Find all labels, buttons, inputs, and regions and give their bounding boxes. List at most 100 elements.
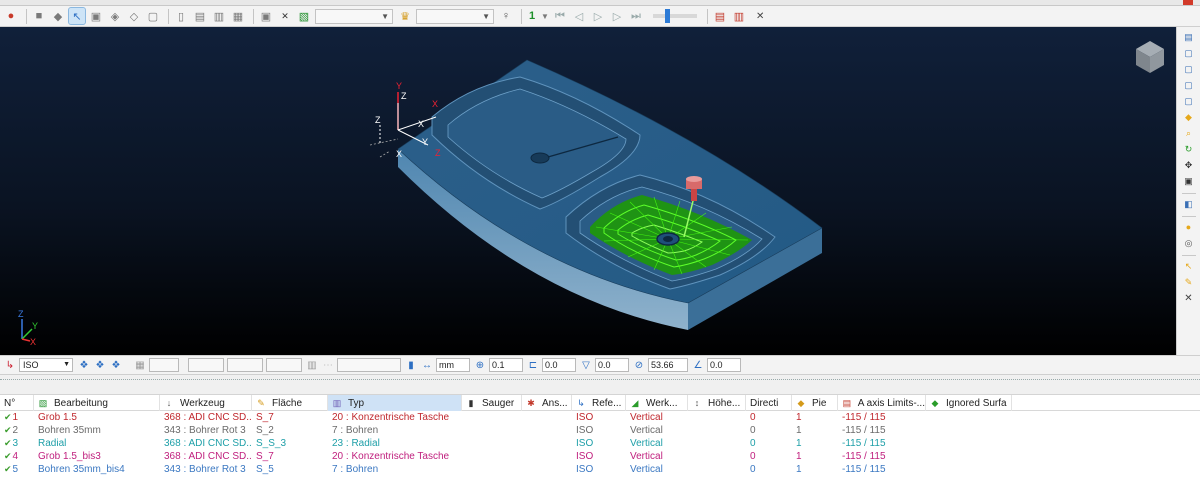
- coord-field[interactable]: [227, 358, 263, 372]
- view-cube-c-icon[interactable]: ❖: [109, 358, 123, 372]
- step-field[interactable]: 0.1: [489, 358, 523, 372]
- cube-front-icon[interactable]: ▣: [88, 8, 104, 24]
- frame-icon[interactable]: ▣: [258, 8, 274, 24]
- column-header[interactable]: ↳ Refe...: [572, 395, 626, 411]
- view-cube[interactable]: [1136, 41, 1164, 73]
- end-icon[interactable]: ⏭: [628, 8, 644, 24]
- select-icon[interactable]: ↖: [68, 7, 86, 25]
- zoom-icon[interactable]: ⌕: [1182, 126, 1196, 140]
- crosshair-icon[interactable]: ⊕: [473, 358, 487, 372]
- column-header[interactable]: ↕ Höhe...: [688, 395, 746, 411]
- table-cell: S_2: [252, 424, 328, 437]
- close-icon[interactable]: ✕: [1184, 293, 1192, 304]
- zoom-box-icon[interactable]: ▣: [1182, 174, 1196, 188]
- cell-value: 0: [750, 451, 756, 462]
- table-row[interactable]: ✔ 2 Bohren 35mm 343 : Bohrer Rot 3 S_2 7 : Bo…: [0, 424, 1200, 437]
- column-header[interactable]: ▧ Bearbeitung: [34, 395, 160, 411]
- 3d-viewport[interactable]: Y Z X Y Z X Z X Z Y X: [0, 27, 1176, 355]
- cube-side-icon[interactable]: ◇: [126, 8, 142, 24]
- table-cell: [688, 424, 746, 437]
- sphere-icon[interactable]: ●: [1182, 220, 1196, 234]
- refresh-icon[interactable]: ↻: [1182, 142, 1196, 156]
- cube-top-icon[interactable]: ▢: [145, 8, 161, 24]
- cube-view-icon[interactable]: ■: [31, 8, 47, 24]
- table-cell: [926, 437, 1012, 450]
- depth-field[interactable]: 0.0: [595, 358, 629, 372]
- operation-list-icon[interactable]: ▤: [712, 8, 728, 24]
- close-window-icon[interactable]: [1183, 0, 1193, 5]
- angle-icon[interactable]: ⊘: [632, 358, 646, 372]
- column-header[interactable]: Directi: [746, 395, 792, 411]
- sheet-copy-icon[interactable]: ▥: [211, 8, 227, 24]
- coord-field[interactable]: [149, 358, 179, 372]
- ruler-icon[interactable]: ▥: [305, 358, 319, 372]
- view-cube-b-icon[interactable]: ❖: [93, 358, 107, 372]
- column-header[interactable]: ▤ A axis Limits-...: [838, 395, 926, 411]
- view-cube-a-icon[interactable]: ❖: [77, 358, 91, 372]
- table-row[interactable]: ✔ 1 Grob 1.5 368 : ADI CNC SD... S_7 20 : Kon…: [0, 411, 1200, 424]
- measure-icon[interactable]: ↔: [420, 358, 434, 372]
- column-header[interactable]: N°: [0, 395, 34, 411]
- step-back-icon[interactable]: ◁: [571, 8, 587, 24]
- record-icon[interactable]: ●: [3, 8, 19, 24]
- column-header[interactable]: ▮ Sauger: [462, 395, 522, 411]
- select-pointer-icon[interactable]: ↖: [1182, 259, 1196, 273]
- sheet-stack-icon[interactable]: ▤: [192, 8, 208, 24]
- step-forward-icon[interactable]: ▷: [609, 8, 625, 24]
- table-row[interactable]: ✔ 3 Radial 368 : ADI CNC SD... S_S_3 23 : Rad…: [0, 437, 1200, 450]
- view-mode-select[interactable]: ISO ▼: [19, 358, 73, 372]
- step-count[interactable]: 1: [526, 8, 538, 24]
- cube-rotate-icon[interactable]: ◆: [50, 8, 66, 24]
- grid-icon[interactable]: ▦: [133, 358, 147, 372]
- rotation-icon[interactable]: ∠: [691, 358, 705, 372]
- tool-combo[interactable]: ▼: [416, 8, 494, 24]
- table-row[interactable]: ✔ 4 Grob 1.5_bis3 368 : ADI CNC SD... S_7 20 …: [0, 450, 1200, 463]
- coord-field[interactable]: [188, 358, 224, 372]
- close-icon[interactable]: ✕: [756, 11, 764, 22]
- coord-field[interactable]: [266, 358, 302, 372]
- cube-back-icon[interactable]: ◈: [107, 8, 123, 24]
- depth-icon[interactable]: ▽: [579, 358, 593, 372]
- view-cube-icon[interactable]: ◆: [1182, 110, 1196, 124]
- slider-thumb[interactable]: [665, 9, 670, 23]
- globe-icon[interactable]: ◎: [1182, 236, 1196, 250]
- toolpath-icon[interactable]: ▧: [296, 8, 312, 24]
- view-top-icon[interactable]: ▢: [1182, 62, 1196, 76]
- shaded-view-icon[interactable]: ◧: [1182, 197, 1196, 211]
- snap-field[interactable]: [337, 358, 401, 372]
- view-right-icon[interactable]: ▢: [1182, 78, 1196, 92]
- offset-icon[interactable]: ⊏: [526, 358, 540, 372]
- angle-field[interactable]: 53.66: [648, 358, 688, 372]
- panel-splitter[interactable]: [0, 375, 1200, 395]
- cell-value: ISO: [576, 412, 594, 423]
- move-icon[interactable]: ✥: [1182, 158, 1196, 172]
- simulation-speed-slider[interactable]: [653, 9, 697, 23]
- column-header[interactable]: ◆ Ignored Surfa: [926, 395, 1012, 411]
- save-icon[interactable]: ▦: [230, 8, 246, 24]
- dots-icon[interactable]: ⋯: [321, 358, 335, 372]
- column-header[interactable]: ▥ Typ: [328, 395, 462, 411]
- table-row[interactable]: ✔ 5 Bohren 35mm_bis4 343 : Bohrer Rot 3 S_5 7…: [0, 463, 1200, 476]
- view-left-icon[interactable]: ▢: [1182, 94, 1196, 108]
- column-header[interactable]: ✱ Ans...: [522, 395, 572, 411]
- column-header[interactable]: ◆ Pie: [792, 395, 838, 411]
- toolpath-combo[interactable]: ▼: [315, 8, 393, 24]
- column-header[interactable]: ◢ Werk...: [626, 395, 688, 411]
- sheet-icon[interactable]: ▯: [173, 8, 189, 24]
- crown-icon[interactable]: ♛: [397, 8, 413, 24]
- dimension-icon[interactable]: ▮: [404, 358, 418, 372]
- play-icon[interactable]: ▷: [590, 8, 606, 24]
- column-header[interactable]: ✎ Fläche: [252, 395, 328, 411]
- column-header[interactable]: ↓ Werkzeug: [160, 395, 252, 411]
- rotation-field[interactable]: 0.0: [707, 358, 741, 372]
- close-icon[interactable]: ✕: [277, 8, 293, 24]
- rewind-start-icon[interactable]: ⏮: [552, 8, 568, 24]
- offset-field[interactable]: 0.0: [542, 358, 576, 372]
- unit-field[interactable]: mm: [436, 358, 470, 372]
- view-front-icon[interactable]: ▢: [1182, 46, 1196, 60]
- pencil-icon[interactable]: ✎: [1182, 275, 1196, 289]
- bulb-icon[interactable]: ♀: [498, 8, 514, 24]
- chevron-down-icon[interactable]: ▼: [541, 8, 549, 24]
- view-iso-icon[interactable]: ▤: [1182, 30, 1196, 44]
- operation-edit-icon[interactable]: ▥: [731, 8, 747, 24]
